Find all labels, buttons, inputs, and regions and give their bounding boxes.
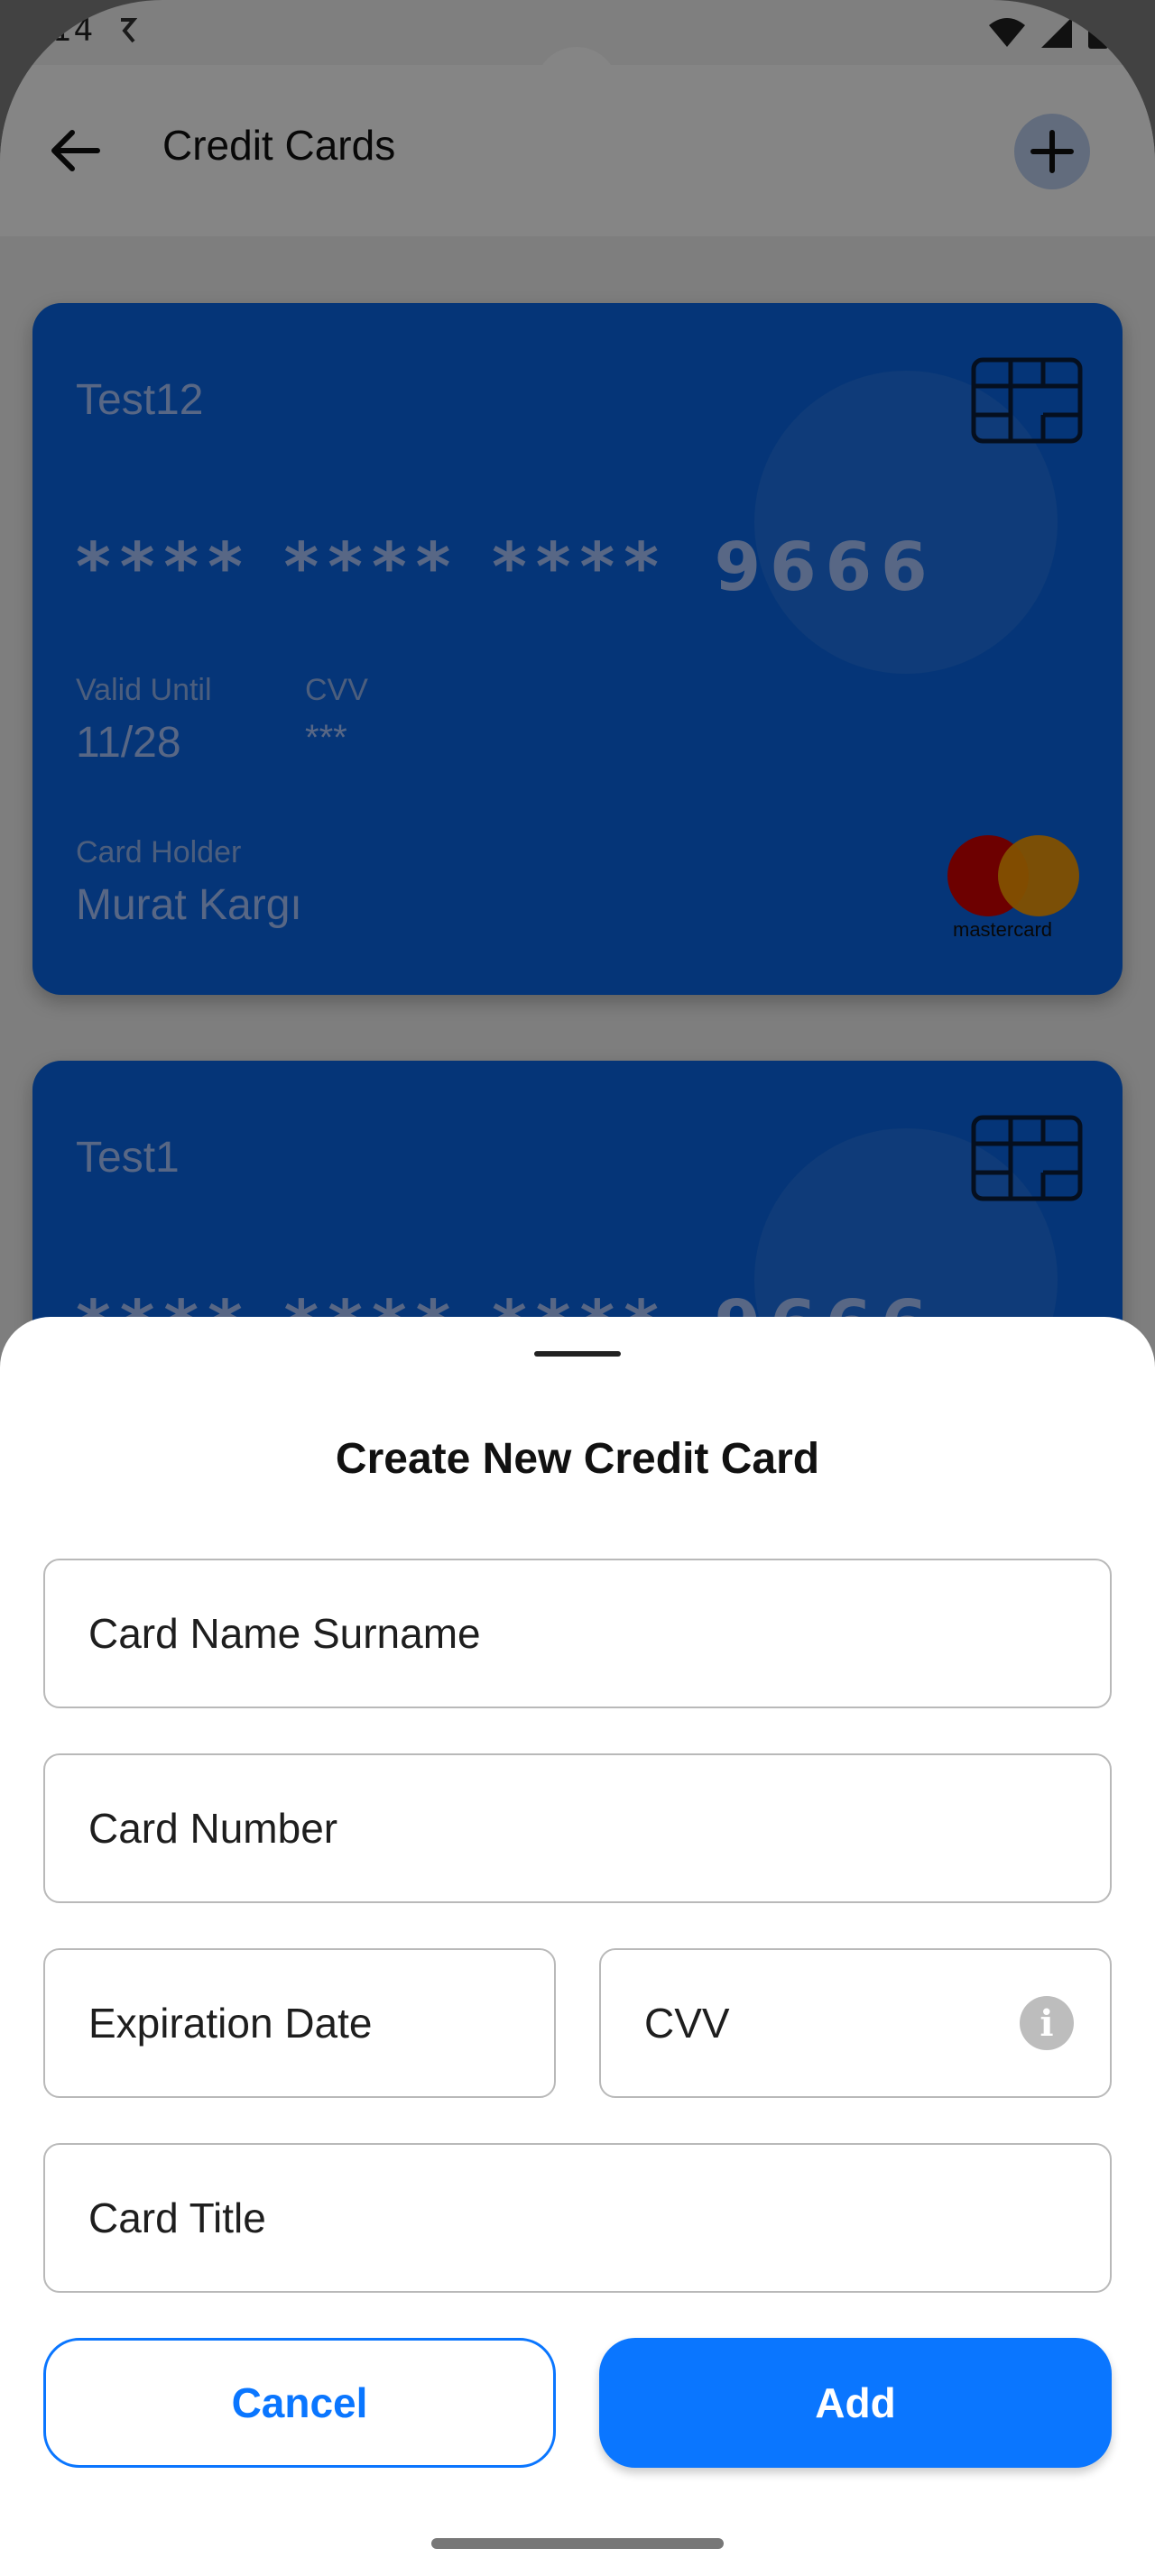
expiration-date-placeholder: Expiration Date	[88, 2000, 373, 2047]
add-button[interactable]: Add	[599, 2338, 1112, 2468]
card-holder-name: Murat Kargı	[76, 881, 302, 929]
expiration-date-field[interactable]: Expiration Date	[43, 1948, 556, 2098]
back-arrow-icon[interactable]	[45, 119, 108, 182]
cvv-value: ***	[305, 718, 347, 758]
info-icon[interactable]: i	[1020, 1996, 1074, 2050]
chip-icon	[971, 357, 1083, 444]
card-number-last4: 9666	[714, 529, 937, 606]
plus-icon	[1030, 130, 1074, 173]
rotate-icon	[121, 18, 137, 43]
cvv-label: CVV	[305, 673, 368, 707]
card-number-masked: **** **** ****	[76, 529, 668, 606]
card-name-field[interactable]: Card Name Surname	[43, 1559, 1112, 1708]
card-number-placeholder: Card Number	[88, 1805, 338, 1852]
cvv-field[interactable]: CVV i	[599, 1948, 1112, 2098]
sheet-title: Create New Credit Card	[335, 1435, 820, 1483]
credit-card[interactable]: Test12 **** **** **** 9666 Valid Until 1…	[32, 303, 1123, 995]
create-card-sheet: Create New Credit Card Card Name Surname…	[0, 1317, 1155, 2576]
card-holder-label: Card Holder	[76, 835, 242, 869]
home-indicator[interactable]	[431, 2538, 724, 2549]
signal-icon	[1041, 17, 1072, 48]
card-number: **** **** **** 9666	[76, 529, 937, 606]
cvv-placeholder: CVV	[644, 2000, 730, 2047]
card-brand: mastercard	[953, 918, 1053, 941]
drag-handle[interactable]	[534, 1351, 621, 1357]
camera-cutout	[535, 47, 618, 130]
valid-until-value: 11/28	[76, 719, 181, 767]
card-title: Test12	[76, 376, 204, 424]
card-name-placeholder: Card Name Surname	[88, 1610, 481, 1657]
cancel-button[interactable]: Cancel	[43, 2338, 556, 2468]
wifi-icon	[989, 18, 1025, 47]
card-title-placeholder: Card Title	[88, 2194, 266, 2241]
page-title: Credit Cards	[162, 122, 396, 169]
mastercard-logo: mastercard	[947, 835, 1083, 943]
chip-icon	[971, 1115, 1083, 1201]
card-number-field[interactable]: Card Number	[43, 1753, 1112, 1903]
valid-until-label: Valid Until	[76, 673, 212, 707]
status-icons	[987, 14, 1110, 51]
card-title: Test1	[76, 1134, 180, 1182]
card-title-field[interactable]: Card Title	[43, 2143, 1112, 2293]
status-time: 14	[52, 13, 96, 49]
battery-icon	[1088, 14, 1108, 49]
add-card-button[interactable]	[1014, 114, 1090, 189]
